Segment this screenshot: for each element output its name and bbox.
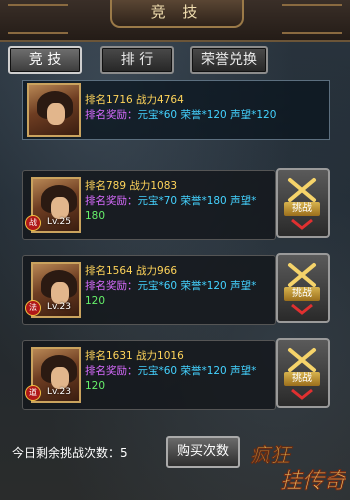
remaining-value: 5 xyxy=(120,446,128,460)
opponent-card: 法 Lv.23 排名1564 战力966 排名奖励：元宝*60 荣誉*120 声… xyxy=(22,255,276,325)
remaining-label: 今日剩余挑战次数： xyxy=(12,446,121,460)
page-title: 竞 技 xyxy=(110,0,244,28)
game-logo: 疯狂 挂传奇 xyxy=(246,436,349,496)
reward-value: 元宝*60 荣誉*120 声望* xyxy=(137,280,257,292)
challenge-button[interactable]: 挑战 xyxy=(276,338,330,408)
level-label: Lv.23 xyxy=(47,387,71,397)
challenge-label: 挑战 xyxy=(284,202,320,216)
opponent-card: 道 Lv.23 排名1631 战力1016 排名奖励：元宝*60 荣誉*120 … xyxy=(22,340,276,410)
challenge-button[interactable]: 挑战 xyxy=(276,168,330,238)
chevron-down-icon xyxy=(291,218,313,230)
my-avatar xyxy=(27,83,81,137)
my-reward-value: 元宝*60 荣誉*120 声望*120 xyxy=(137,109,277,121)
svg-text:疯狂: 疯狂 xyxy=(250,443,293,467)
level-label: Lv.23 xyxy=(47,302,71,312)
crossed-swords-icon xyxy=(288,348,316,372)
remaining-challenges: 今日剩余挑战次数：5 xyxy=(12,444,128,461)
job-badge: 战 xyxy=(25,215,41,231)
reward-value: 元宝*60 荣誉*120 声望* xyxy=(137,365,257,377)
reward-overflow: 120 xyxy=(85,380,106,392)
background xyxy=(0,0,350,500)
reward-value: 元宝*70 荣誉*180 声望* xyxy=(137,195,257,207)
opponent-info: 排名1564 战力966 排名奖励：元宝*60 荣誉*120 声望* 120 xyxy=(85,264,275,309)
buy-attempts-button[interactable]: 购买次数 xyxy=(166,436,240,468)
opponent-card: 战 Lv.25 排名789 战力1083 排名奖励：元宝*70 荣誉*180 声… xyxy=(22,170,276,240)
my-info: 排名1716 战力4764 排名奖励：元宝*60 荣誉*120 声望*120 xyxy=(85,93,325,123)
opponent-rank-power: 排名789 战力1083 xyxy=(85,180,178,192)
footer: 今日剩余挑战次数：5 购买次数 疯狂 挂传奇 xyxy=(0,430,350,500)
crossed-swords-icon xyxy=(288,263,316,287)
chevron-down-icon xyxy=(291,388,313,400)
frame-ornament-left xyxy=(8,4,68,34)
title-bar: 竞 技 xyxy=(0,0,350,42)
opponent-info: 排名789 战力1083 排名奖励：元宝*70 荣誉*180 声望* 180 xyxy=(85,179,275,224)
challenge-button[interactable]: 挑战 xyxy=(276,253,330,323)
tab-honor-exchange[interactable]: 荣誉兑换 xyxy=(190,46,268,74)
my-rank-power: 排名1716 战力4764 xyxy=(85,94,184,106)
my-status-panel: 排名1716 战力4764 排名奖励：元宝*60 荣誉*120 声望*120 xyxy=(22,80,330,140)
reward-overflow: 180 xyxy=(85,210,106,222)
svg-text:挂传奇: 挂传奇 xyxy=(280,469,346,494)
job-badge: 道 xyxy=(25,385,41,401)
reward-overflow: 120 xyxy=(85,295,106,307)
crossed-swords-icon xyxy=(288,178,316,202)
challenge-label: 挑战 xyxy=(284,372,320,386)
opponent-rank-power: 排名1631 战力1016 xyxy=(85,350,184,362)
my-reward-label: 排名奖励： xyxy=(85,109,138,121)
level-label: Lv.25 xyxy=(47,217,71,227)
challenge-label: 挑战 xyxy=(284,287,320,301)
opponent-rank-power: 排名1564 战力966 xyxy=(85,265,178,277)
tab-bar: 竞 技 排 行 荣誉兑换 xyxy=(0,40,350,75)
job-badge: 法 xyxy=(25,300,41,316)
tab-arena[interactable]: 竞 技 xyxy=(8,46,82,74)
opponent-info: 排名1631 战力1016 排名奖励：元宝*60 荣誉*120 声望* 120 xyxy=(85,349,275,394)
reward-label: 排名奖励： xyxy=(85,365,138,377)
reward-label: 排名奖励： xyxy=(85,195,138,207)
frame-ornament-right xyxy=(282,4,342,34)
reward-label: 排名奖励： xyxy=(85,280,138,292)
chevron-down-icon xyxy=(291,303,313,315)
tab-ranking[interactable]: 排 行 xyxy=(100,46,174,74)
